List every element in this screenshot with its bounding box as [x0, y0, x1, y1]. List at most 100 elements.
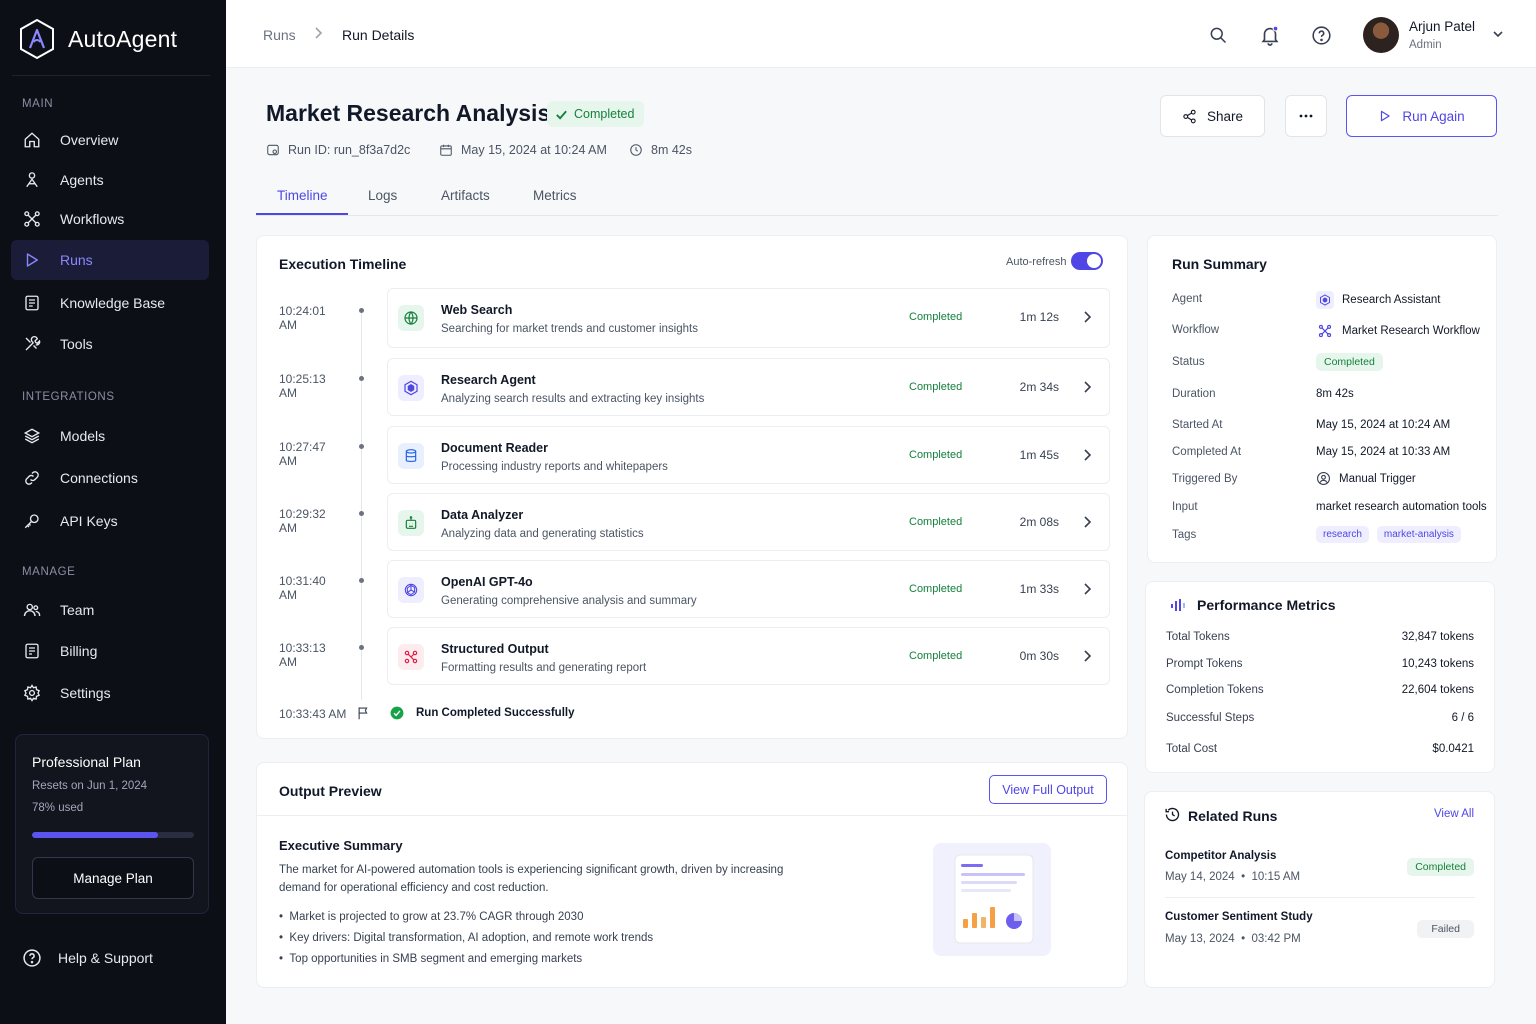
output-bullet-text: Market is projected to grow at 23.7% CAG…: [289, 911, 584, 923]
sidebar-item-team[interactable]: Team: [11, 590, 209, 630]
timeline-step[interactable]: Data Analyzer Analyzing data and generat…: [387, 493, 1110, 551]
summary-input: market research automation tools: [1316, 501, 1487, 513]
summary-duration: 8m 42s: [1316, 388, 1354, 400]
step-status: Completed: [909, 381, 963, 393]
openai-icon: [398, 577, 424, 603]
summary-completed: May 15, 2024 at 10:33 AM: [1316, 446, 1451, 458]
chevron-right-icon: [1083, 449, 1091, 461]
sidebar-item-label: Overview: [60, 132, 119, 148]
metric-value: 22,604 tokens: [1401, 684, 1474, 696]
user-name: Arjun Patel: [1409, 19, 1476, 34]
tab-logs[interactable]: Logs: [368, 188, 397, 203]
check-icon: [555, 108, 568, 121]
output-bullet-text: Key drivers: Digital transformation, AI …: [289, 932, 654, 944]
tag-chip[interactable]: market-analysis: [1376, 526, 1461, 543]
timeline-step[interactable]: Research Agent Analyzing search results …: [387, 358, 1110, 416]
timeline-title: Execution Timeline: [279, 256, 407, 272]
sidebar-item-api-keys[interactable]: API Keys: [11, 501, 209, 541]
timeline-dot: [359, 376, 364, 381]
manage-plan-button[interactable]: Manage Plan: [32, 857, 194, 899]
chevron-down-icon[interactable]: [1492, 28, 1504, 40]
output-paragraph-line2: demand for operational efficiency and co…: [279, 882, 549, 894]
chevron-right-icon: [1083, 650, 1091, 662]
step-time: 10:25:13 AM: [279, 372, 326, 400]
sidebar-item-settings[interactable]: Settings: [11, 673, 209, 713]
play-icon: [22, 250, 42, 270]
final-label: Run Completed Successfully: [416, 707, 575, 719]
sidebar-item-label: Tools: [60, 336, 93, 352]
sidebar-item-agents[interactable]: Agents: [11, 160, 209, 200]
summary-status-chip: Completed: [1316, 353, 1383, 371]
share-button[interactable]: Share: [1160, 95, 1265, 137]
breadcrumb-runs[interactable]: Runs: [263, 27, 296, 43]
step-duration: 0m 30s: [1019, 649, 1059, 663]
related-title: Related Runs: [1188, 808, 1278, 824]
sidebar: AutoAgent MAIN Overview Agents Workflows…: [0, 0, 226, 1024]
report-illustration: [933, 843, 1051, 956]
step-time: 10:27:47 AM: [279, 440, 326, 468]
workflow-icon: [22, 209, 42, 229]
sidebar-item-runs[interactable]: Runs: [11, 240, 209, 280]
sidebar-item-models[interactable]: Models: [11, 416, 209, 456]
chevron-right-icon: [1083, 516, 1091, 528]
step-status: Completed: [909, 650, 963, 662]
timeline-step[interactable]: Structured Output Formatting results and…: [387, 627, 1110, 685]
sidebar-item-connections[interactable]: Connections: [11, 458, 209, 498]
step-status: Completed: [909, 516, 963, 528]
summary-label: Started At: [1172, 419, 1223, 431]
search-icon[interactable]: [1207, 24, 1229, 46]
step-description: Processing industry reports and whitepap…: [441, 461, 668, 473]
topbar: Runs Run Details Arjun Patel Admin: [226, 0, 1536, 68]
view-all-link[interactable]: View All: [1434, 808, 1474, 820]
sidebar-item-workflows[interactable]: Workflows: [11, 199, 209, 239]
tab-artifacts[interactable]: Artifacts: [441, 188, 490, 203]
more-options-button[interactable]: [1285, 95, 1327, 137]
layers-icon: [22, 426, 42, 446]
metric-value: 10,243 tokens: [1401, 658, 1474, 670]
user-role: Admin: [1409, 39, 1442, 51]
sidebar-item-knowledge-base[interactable]: Knowledge Base: [11, 283, 209, 323]
timeline-step[interactable]: Web Search Searching for market trends a…: [387, 288, 1110, 348]
status-badge-label: Completed: [574, 107, 635, 121]
summary-tags: research market-analysis: [1316, 526, 1461, 543]
tab-metrics[interactable]: Metrics: [533, 188, 577, 203]
plan-usage-bar: [32, 832, 194, 838]
step-status: Completed: [909, 583, 963, 595]
step-duration: 2m 08s: [1019, 515, 1059, 529]
brand[interactable]: AutoAgent: [18, 18, 177, 60]
step-status: Completed: [909, 449, 963, 461]
timeline-step[interactable]: OpenAI GPT-4o Generating comprehensive a…: [387, 560, 1110, 618]
final-time: 10:33:43 AM: [279, 707, 347, 721]
summary-agent[interactable]: Research Assistant: [1316, 291, 1440, 309]
timeline-step[interactable]: Document Reader Processing industry repo…: [387, 426, 1110, 484]
run-again-button[interactable]: Run Again: [1346, 95, 1497, 137]
related-run-item[interactable]: Competitor Analysis May 14, 2024 • 10:15…: [1145, 840, 1494, 900]
help-icon[interactable]: [1310, 24, 1332, 46]
sidebar-item-billing[interactable]: Billing: [11, 631, 209, 671]
related-run-item[interactable]: Customer Sentiment Study May 13, 2024 • …: [1145, 901, 1494, 961]
related-runs-card: Related Runs View All Competitor Analysi…: [1144, 791, 1495, 988]
calendar-icon: [439, 143, 453, 157]
users-icon: [22, 600, 42, 620]
tag-chip[interactable]: research: [1316, 526, 1369, 543]
play-icon: [1378, 109, 1392, 123]
step-description: Analyzing search results and extracting …: [441, 393, 705, 405]
bell-icon[interactable]: [1259, 24, 1281, 46]
summary-workflow-value: Market Research Workflow: [1342, 325, 1480, 337]
sidebar-item-label: Knowledge Base: [60, 295, 166, 311]
help-support-link[interactable]: Help & Support: [22, 948, 153, 968]
hexagon-agent-icon: [398, 375, 424, 401]
auto-refresh-toggle[interactable]: [1071, 252, 1103, 270]
avatar[interactable]: [1363, 17, 1399, 53]
plan-card: Professional Plan Resets on Jun 1, 2024 …: [15, 734, 209, 914]
sidebar-item-overview[interactable]: Overview: [11, 120, 209, 160]
sidebar-item-tools[interactable]: Tools: [11, 324, 209, 364]
tab-timeline[interactable]: Timeline: [277, 188, 328, 203]
related-run-datetime: May 14, 2024 • 10:15 AM: [1165, 871, 1301, 883]
summary-label: Status: [1172, 356, 1205, 368]
metric-label: Prompt Tokens: [1166, 658, 1243, 670]
sidebar-item-label: Billing: [60, 643, 98, 659]
summary-label: Workflow: [1172, 324, 1220, 336]
view-full-output-button[interactable]: View Full Output: [989, 775, 1107, 804]
summary-workflow[interactable]: Market Research Workflow: [1316, 322, 1480, 340]
